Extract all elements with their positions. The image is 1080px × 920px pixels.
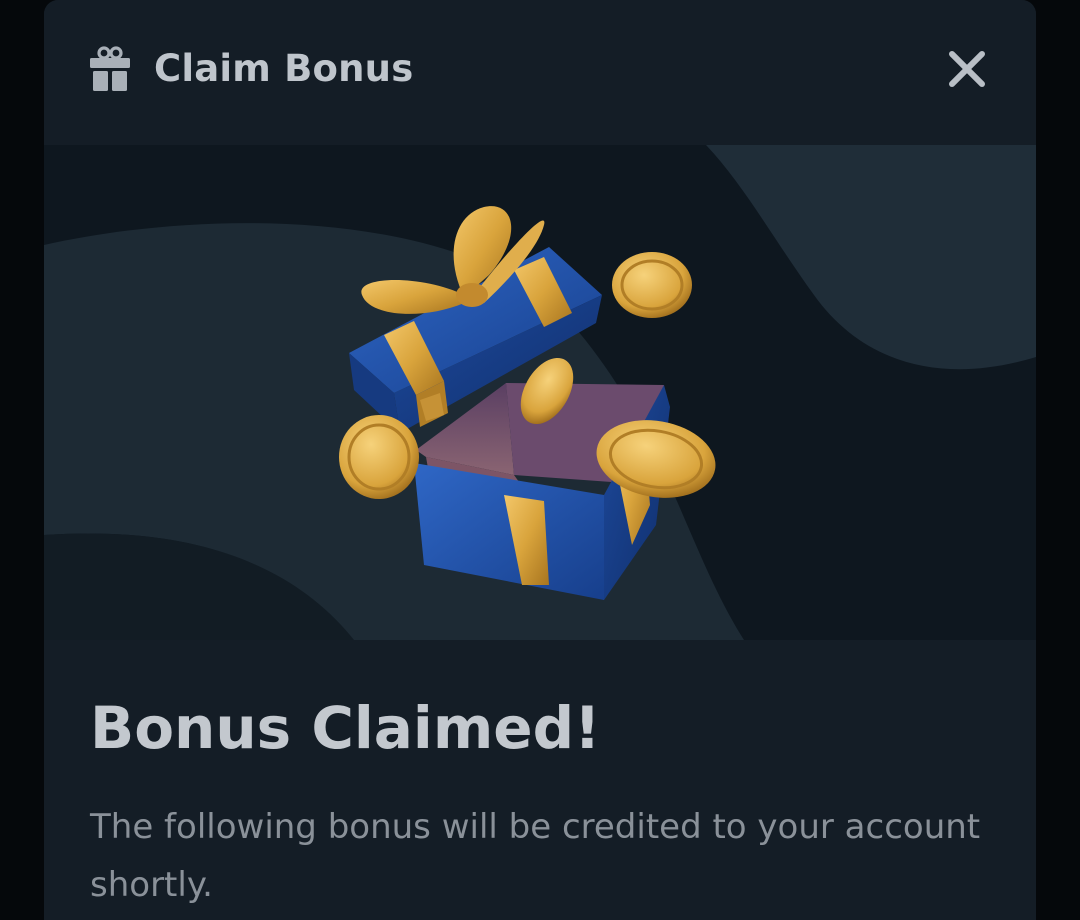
- bonus-banner: [44, 145, 1036, 640]
- claim-bonus-modal: Claim Bonus Bonus Claimed! The following…: [44, 0, 1036, 920]
- bg-wave-right: [706, 145, 1036, 370]
- bonus-illustration: [44, 145, 1036, 640]
- modal-title: Claim Bonus: [154, 47, 414, 90]
- gift-icon: [90, 46, 130, 91]
- close-icon[interactable]: [940, 42, 994, 96]
- modal-content: Bonus Claimed! The following bonus will …: [44, 640, 1036, 920]
- bonus-claimed-heading: Bonus Claimed!: [90, 694, 601, 762]
- modal-header: Claim Bonus: [44, 0, 1036, 145]
- bonus-description: The following bonus will be credited to …: [90, 807, 981, 905]
